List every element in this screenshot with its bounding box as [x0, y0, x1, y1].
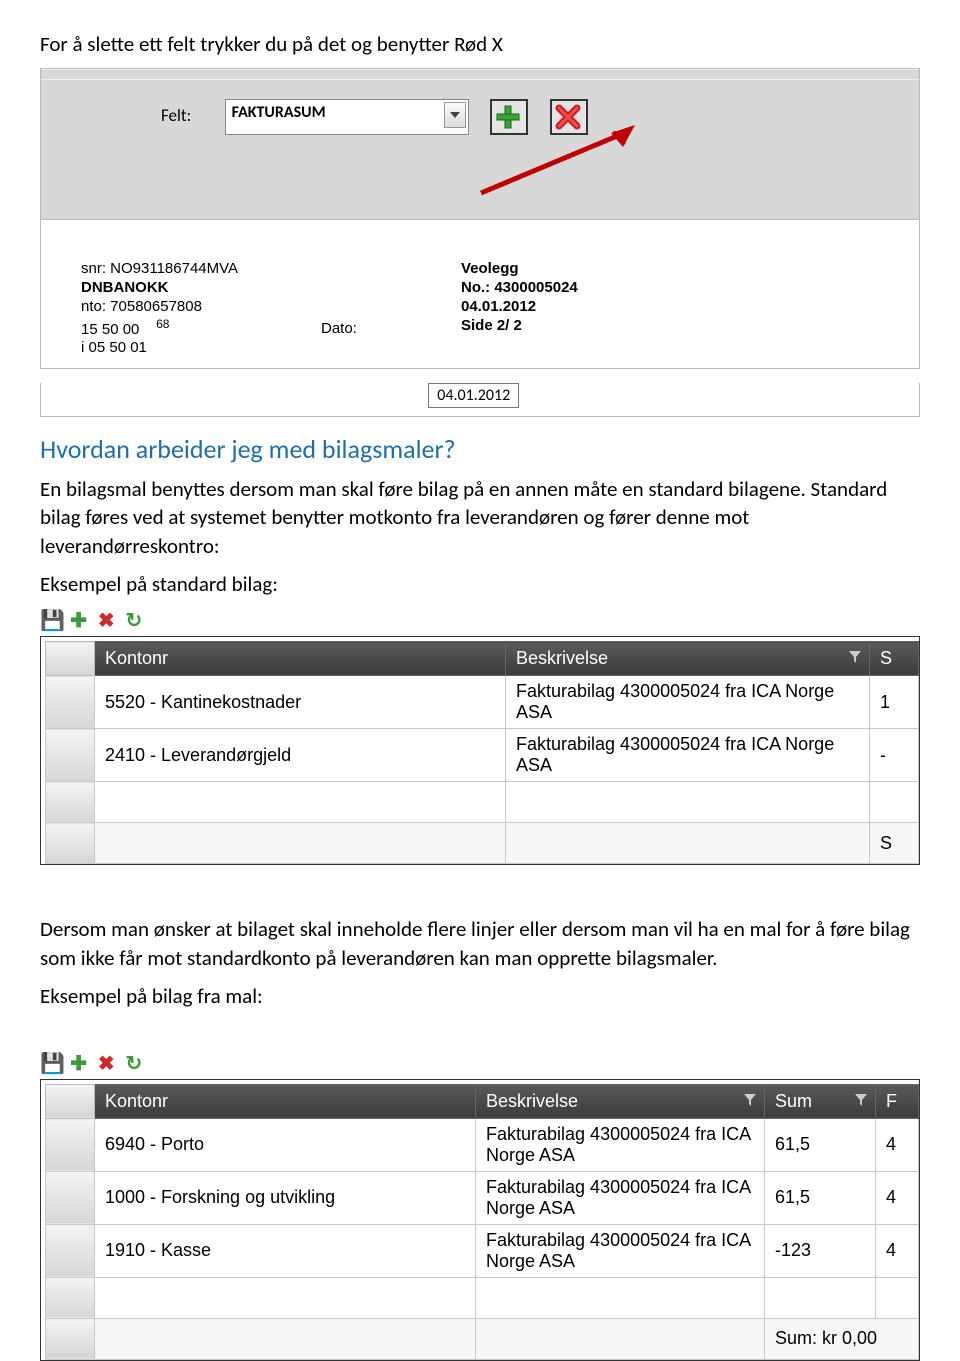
table-row[interactable]: 6940 - Porto Fakturabilag 4300005024 fra… [46, 1118, 919, 1171]
x-icon[interactable]: ✖ [95, 1051, 117, 1073]
felt-combobox[interactable]: FAKTURASUM [225, 99, 469, 135]
x-icon[interactable]: ✖ [95, 608, 117, 630]
felt-value: FAKTURASUM [232, 103, 326, 122]
filter-icon[interactable] [855, 1094, 867, 1106]
row-selector-header [46, 1084, 95, 1118]
doc-right-block: Veolegg No.: 4300005024 04.01.2012 Side … [461, 260, 651, 358]
refresh-icon[interactable]: ↻ [123, 1051, 145, 1073]
filter-icon[interactable] [849, 651, 861, 663]
table-row[interactable]: 1000 - Forskning og utvikling Fakturabil… [46, 1171, 919, 1224]
table-row-empty[interactable] [46, 1277, 919, 1318]
para-2: Eksempel på standard bilag: [40, 570, 920, 598]
col-beskrivelse[interactable]: Beskrivelse [506, 642, 870, 676]
table-row[interactable]: 5520 - Kantinekostnader Fakturabilag 430… [46, 676, 919, 729]
col-f[interactable]: F [876, 1084, 919, 1118]
table-row[interactable]: 2410 - Leverandørgjeld Fakturabilag 4300… [46, 729, 919, 782]
para-1: En bilagsmal benyttes dersom man skal fø… [40, 475, 920, 560]
col-sum[interactable]: Sum [765, 1084, 876, 1118]
grid-toolbar-2: 💾 ✚ ✖ ↻ [40, 1051, 920, 1073]
plus-icon[interactable]: ✚ [68, 1051, 90, 1073]
col-s[interactable]: S [870, 642, 919, 676]
filter-icon[interactable] [744, 1094, 756, 1106]
table-footer: Sum: kr 0,00 [46, 1318, 919, 1359]
col-kontonr[interactable]: Kontonr [95, 1084, 476, 1118]
table-row[interactable]: 1910 - Kasse Fakturabilag 4300005024 fra… [46, 1224, 919, 1277]
col-kontonr[interactable]: Kontonr [95, 642, 506, 676]
heading-bilagsmaler: Hvordan arbeider jeg med bilagsmaler? [40, 433, 920, 465]
felt-label: Felt: [161, 105, 221, 126]
save-icon[interactable]: 💾 [40, 608, 62, 630]
standard-bilag-table: Kontonr Beskrivelse S 5520 - Kantinekost… [45, 641, 919, 864]
table-row-empty[interactable] [46, 782, 919, 823]
screenshot-felt-editor: Felt: FAKTURASUM [40, 68, 920, 417]
doc-mid-block: Dato: [321, 260, 461, 358]
doc-left-block: snr: NO931186744MVA DNBANOKK nto: 705806… [81, 260, 321, 358]
intro-text: For å slette ett felt trykker du på det … [40, 30, 920, 58]
para-4: Eksempel på bilag fra mal: [40, 982, 920, 1010]
row-selector-header [46, 642, 95, 676]
mal-bilag-table: Kontonr Beskrivelse Sum F 6940 - Porto F… [45, 1084, 919, 1360]
para-3: Dersom man ønsker at bilaget skal inneho… [40, 915, 920, 972]
save-icon[interactable]: 💾 [40, 1051, 62, 1073]
plus-icon[interactable]: ✚ [68, 608, 90, 630]
refresh-icon[interactable]: ↻ [123, 608, 145, 630]
dato-field[interactable]: 04.01.2012 [428, 383, 519, 408]
chevron-down-icon[interactable] [444, 102, 466, 128]
grid-toolbar: 💾 ✚ ✖ ↻ [40, 608, 920, 630]
col-beskrivelse[interactable]: Beskrivelse [476, 1084, 765, 1118]
table-footer: S [46, 823, 919, 864]
